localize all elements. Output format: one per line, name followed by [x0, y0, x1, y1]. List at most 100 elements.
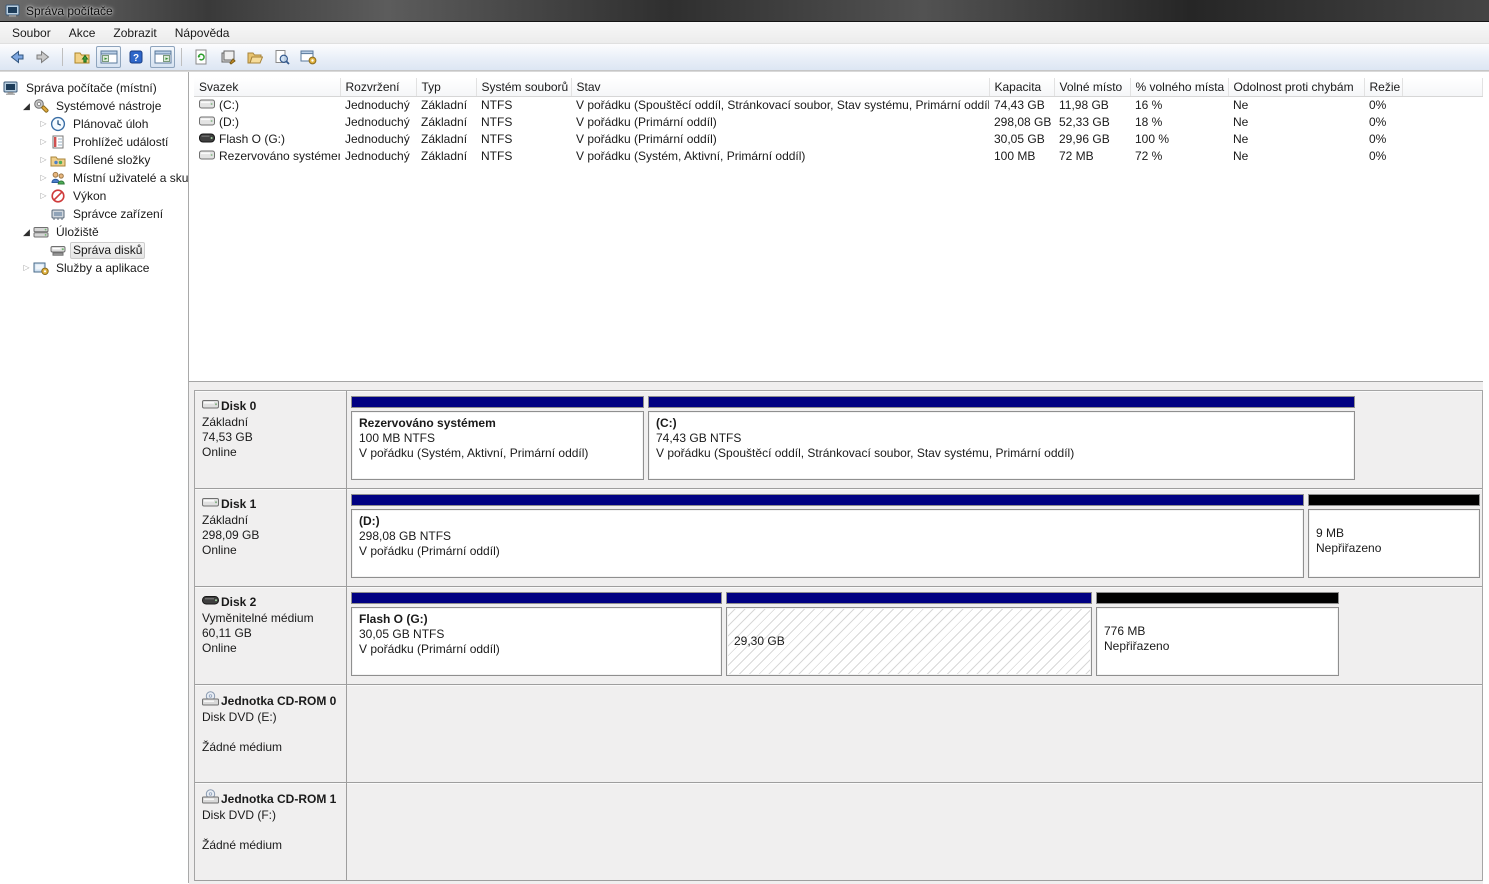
- sidebar-item-spravce-zarizeni[interactable]: Správce zařízení: [0, 205, 188, 223]
- properties-icon[interactable]: [215, 46, 240, 68]
- disk-info-line: Žádné médium: [202, 838, 344, 853]
- sidebar-item-systemove-nastroje[interactable]: ◢Systémové nástroje: [0, 97, 188, 115]
- disk-2-label[interactable]: Disk 2Vyměnitelné médium60,11 GBOnline: [195, 587, 347, 684]
- volume-cell: 0%: [1364, 96, 1402, 114]
- partition-body[interactable]: Flash O (G:)30,05 GB NTFSV pořádku (Prim…: [351, 607, 722, 676]
- column-header-3[interactable]: Typ: [416, 78, 476, 96]
- forward-arrow-icon[interactable]: [31, 46, 56, 68]
- volume-row-system-reserved[interactable]: Rezervováno systémemJednoduchýZákladníNT…: [194, 148, 1483, 165]
- column-header-2[interactable]: Rozvržení: [340, 78, 416, 96]
- help-icon[interactable]: ?: [123, 46, 148, 68]
- volume-cell: NTFS: [476, 96, 571, 114]
- disk-info-line: Žádné médium: [202, 740, 344, 755]
- volume-cell: 11,98 GB: [1054, 96, 1130, 114]
- menu-soubor[interactable]: Soubor: [3, 23, 60, 43]
- disk-info-line: 60,11 GB: [202, 626, 344, 641]
- menu-zobrazit[interactable]: Zobrazit: [104, 23, 165, 43]
- sidebar-item-prohlizec-udalosti[interactable]: ▷Prohlížeč událostí: [0, 133, 188, 151]
- partition-c[interactable]: (C:)74,43 GB NTFSV pořádku (Spouštěcí od…: [648, 396, 1355, 480]
- column-header-8[interactable]: % volného místa: [1130, 78, 1228, 96]
- partition-info-line: 100 MB NTFS: [359, 431, 636, 446]
- sidebar-item-sprava-pocitace[interactable]: Správa počítače (místní): [0, 79, 188, 97]
- disk-0-label[interactable]: Disk 0Základní74,53 GBOnline: [195, 391, 347, 488]
- sidebar-item-mistni-uzivatele[interactable]: ▷Místní uživatelé a skupiny: [0, 169, 188, 187]
- refresh-icon[interactable]: [188, 46, 213, 68]
- volume-cell: Základní: [416, 114, 476, 131]
- expander-collapsed-icon[interactable]: ▷: [37, 133, 50, 151]
- partition-body[interactable]: 9 MBNepřiřazeno: [1308, 509, 1480, 578]
- volume-row-d[interactable]: (D:)JednoduchýZákladníNTFSV pořádku (Pri…: [194, 114, 1483, 131]
- disk-info-line: [202, 725, 344, 740]
- find-icon[interactable]: [269, 46, 294, 68]
- disk-1-label[interactable]: Disk 1Základní298,09 GBOnline: [195, 489, 347, 586]
- show-console-tree-icon[interactable]: [96, 46, 121, 68]
- partition-system-reserved[interactable]: Rezervováno systémem100 MB NTFSV pořádku…: [351, 396, 644, 480]
- expander-expanded-icon[interactable]: ◢: [20, 97, 33, 115]
- column-header-4[interactable]: Systém souborů: [476, 78, 571, 96]
- sidebar-item-vykon[interactable]: ▷Výkon: [0, 187, 188, 205]
- volume-cell: V pořádku (Systém, Aktivní, Primární odd…: [571, 148, 989, 165]
- disk-info-line: [202, 823, 344, 838]
- back-arrow-icon[interactable]: [4, 46, 29, 68]
- menu-napoveda[interactable]: Nápověda: [166, 23, 239, 43]
- column-header-10[interactable]: Režie: [1364, 78, 1402, 96]
- partition-flash-g[interactable]: Flash O (G:)30,05 GB NTFSV pořádku (Prim…: [351, 592, 722, 676]
- disk-name: Jednotka CD-ROM 1: [221, 791, 336, 807]
- expander-expanded-icon[interactable]: ◢: [20, 223, 33, 241]
- volume-name: (D:): [219, 115, 239, 129]
- partition-title: (D:): [359, 513, 1296, 529]
- volume-cell: Jednoduchý: [340, 96, 416, 114]
- volume-cell: 74,43 GB: [989, 96, 1054, 114]
- clock-icon: [50, 116, 67, 132]
- sidebar-item-uloziste[interactable]: ◢ Úložiště: [0, 223, 188, 241]
- partition-body[interactable]: 29,30 GB: [726, 607, 1092, 676]
- expander-collapsed-icon[interactable]: ▷: [37, 151, 50, 169]
- partition-free-29gb[interactable]: 29,30 GB: [726, 592, 1092, 676]
- drive-dark-icon: [199, 131, 215, 148]
- partition-body[interactable]: (D:)298,08 GB NTFSV pořádku (Primární od…: [351, 509, 1304, 578]
- toolbar: ?: [0, 44, 1489, 71]
- up-folder-icon[interactable]: [69, 46, 94, 68]
- volume-cell: Základní: [416, 96, 476, 114]
- sidebar-item-sdilene-slozky[interactable]: ▷Sdílené složky: [0, 151, 188, 169]
- volume-cell: 100 %: [1130, 131, 1228, 148]
- sidebar-item-label: Správa disků: [70, 242, 145, 259]
- partition-unallocated-9mb[interactable]: 9 MBNepřiřazeno: [1308, 494, 1480, 578]
- open-folder-icon[interactable]: [242, 46, 267, 68]
- sidebar-item-label: Úložiště: [53, 225, 102, 240]
- partition-d[interactable]: (D:)298,08 GB NTFSV pořádku (Primární od…: [351, 494, 1304, 578]
- expander-collapsed-icon[interactable]: ▷: [37, 187, 50, 205]
- volume-name: Flash O (G:): [219, 132, 285, 146]
- column-header-6[interactable]: Kapacita: [989, 78, 1054, 96]
- expander-collapsed-icon[interactable]: ▷: [37, 115, 50, 133]
- expander-collapsed-icon[interactable]: ▷: [20, 259, 33, 277]
- volume-row-c[interactable]: (C:)JednoduchýZákladníNTFSV pořádku (Spo…: [194, 96, 1483, 114]
- volume-cell: Základní: [416, 131, 476, 148]
- disk-1-graph: (D:)298,08 GB NTFSV pořádku (Primární od…: [347, 489, 1482, 586]
- main-area: Správa počítače (místní)◢Systémové nástr…: [0, 71, 1489, 883]
- volume-cell: 298,08 GB: [989, 114, 1054, 131]
- volume-row-flash-g[interactable]: Flash O (G:)JednoduchýZákladníNTFSV pořá…: [194, 131, 1483, 148]
- column-header-5[interactable]: Stav: [571, 78, 989, 96]
- cdrom-icon: [202, 691, 219, 710]
- volume-name-cell: Flash O (G:): [194, 131, 340, 148]
- console-options-icon[interactable]: [296, 46, 321, 68]
- sidebar-item-planovac-uloh[interactable]: ▷Plánovač úloh: [0, 115, 188, 133]
- partition-body[interactable]: Rezervováno systémem100 MB NTFSV pořádku…: [351, 411, 644, 480]
- menu-akce[interactable]: Akce: [60, 23, 105, 43]
- sidebar-item-sprava-disku[interactable]: Správa disků: [0, 241, 188, 259]
- column-header-9[interactable]: Odolnost proti chybám: [1228, 78, 1364, 96]
- expander-collapsed-icon[interactable]: ▷: [37, 169, 50, 187]
- disk-1-row: Disk 1Základní298,09 GBOnline(D:)298,08 …: [195, 489, 1482, 587]
- partition-unallocated-776mb[interactable]: 776 MBNepřiřazeno: [1096, 592, 1339, 676]
- cdrom-1-label[interactable]: Jednotka CD-ROM 1Disk DVD (F:)Žádné médi…: [195, 783, 347, 880]
- show-action-pane-icon[interactable]: [150, 46, 175, 68]
- partition-body[interactable]: 776 MBNepřiřazeno: [1096, 607, 1339, 676]
- partition-body[interactable]: (C:)74,43 GB NTFSV pořádku (Spouštěcí od…: [648, 411, 1355, 480]
- cdrom-0-label[interactable]: Jednotka CD-ROM 0Disk DVD (E:)Žádné médi…: [195, 685, 347, 782]
- volume-name-cell: (C:): [194, 96, 340, 114]
- column-header-7[interactable]: Volné místo: [1054, 78, 1130, 96]
- column-header-filler: [1402, 78, 1483, 96]
- sidebar-item-sluzby-a-aplikace[interactable]: ▷Služby a aplikace: [0, 259, 188, 277]
- column-header-1[interactable]: Svazek: [194, 78, 340, 96]
